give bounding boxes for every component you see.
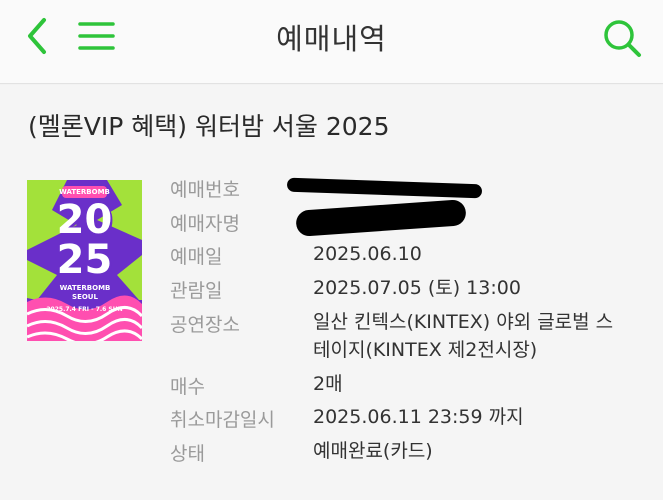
search-icon	[604, 20, 641, 57]
label-booker-name: 예매자명	[170, 213, 240, 235]
booking-date-value: 2025.06.10	[313, 243, 422, 265]
viewing-date-value: 2025.07.05 (토) 13:00	[313, 277, 521, 299]
page-title: 예매내역	[276, 22, 387, 56]
label-cancel-deadline: 취소마감일시	[170, 409, 275, 431]
poster-year-bottom: 25	[56, 237, 113, 283]
label-booking-number: 예매번호	[170, 179, 240, 201]
redacted-booking-number	[286, 177, 483, 199]
search-button[interactable]	[600, 16, 644, 60]
event-poster[interactable]: WATERBOMB 20 25 WATERBOMB SEOUL 2025.7.4…	[27, 180, 142, 341]
booking-detail: (멜론VIP 혜택) 워터밤 서울 2025 WATERBOMB 20 25 W…	[0, 85, 663, 500]
status-value: 예매완료(카드)	[313, 440, 433, 462]
top-app-bar: 예매내역	[0, 0, 663, 84]
label-booking-date: 예매일	[170, 246, 223, 268]
poster-dates: 2025.7.4 FRI - 7.6 SUN	[46, 306, 123, 313]
poster-year-top: 20	[56, 197, 113, 243]
ticket-count-value: 2매	[313, 373, 343, 395]
label-ticket-count: 매수	[170, 376, 205, 398]
poster-brand: WATERBOMB	[59, 188, 110, 196]
label-status: 상태	[170, 443, 205, 465]
venue-value-line1: 일산 킨텍스(KINTEX) 야외 글로벌 스	[313, 311, 614, 333]
poster-subtitle: WATERBOMB SEOUL	[59, 284, 111, 301]
cancel-deadline-value: 2025.06.11 23:59 까지	[313, 406, 524, 428]
label-viewing-date: 관람일	[170, 280, 223, 302]
venue-value-line2: 테이지(KINTEX 제2전시장)	[313, 339, 538, 361]
label-venue: 공연장소	[170, 314, 240, 336]
redacted-booker-name	[295, 199, 467, 237]
event-title: (멜론VIP 혜택) 워터밤 서울 2025	[28, 112, 390, 141]
